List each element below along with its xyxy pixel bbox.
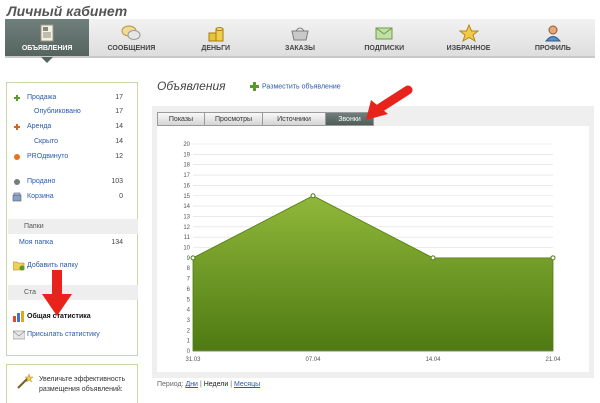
y-tick-label: 13: [183, 214, 190, 220]
tab-views[interactable]: Просмотры: [204, 112, 262, 126]
period-months-link[interactable]: Месяцы: [234, 381, 260, 388]
x-tick-label: 31.03: [185, 357, 201, 363]
star-icon: [458, 24, 479, 42]
folder-add-icon: [13, 261, 25, 271]
tab-label: ЗАКАЗЫ: [284, 45, 315, 52]
post-ad-label: Разместить объявление: [262, 83, 341, 91]
envelope-icon: [375, 27, 393, 40]
y-tick-label: 6: [187, 287, 191, 293]
plus-icon: [250, 82, 259, 91]
plus-icon: [14, 124, 20, 130]
tab-label: ПОДПИСКИ: [364, 45, 405, 52]
y-tick-label: 12: [183, 225, 190, 231]
sidebar-item-sale[interactable]: Продажа 17: [7, 92, 137, 105]
bar-chart-icon: [13, 311, 24, 322]
data-point: [550, 255, 556, 261]
sidebar-item-my-folder[interactable]: Моя папка 134: [7, 237, 137, 250]
y-tick-label: 1: [187, 339, 191, 345]
y-tick-label: 7: [187, 277, 191, 283]
tab-label: ОБЪЯВЛЕНИЯ: [21, 45, 73, 52]
tab-subscriptions[interactable]: ПОДПИСКИ: [342, 19, 426, 56]
period-separator: |: [230, 381, 233, 388]
page-title: Личный кабинет: [7, 3, 128, 19]
sidebar-item-rent[interactable]: Аренда 14: [7, 121, 137, 134]
period-separator: |: [199, 381, 202, 388]
y-tick-label: 10: [183, 246, 190, 252]
period-selector: Период: Дни | Недели | Месяцы: [157, 381, 260, 388]
coins-icon: [208, 27, 224, 42]
chart-plot: 0 1 2 3 4 5 6 7 8 9 10 11 12 13 14 15 16 17 18 19 20 31.03 07.…: [157, 126, 589, 372]
chart-area-series: [190, 193, 556, 352]
sidebar-item-hidden[interactable]: Скрыто 14: [7, 136, 137, 149]
trash-icon: [12, 192, 22, 202]
y-tick-label: 20: [183, 142, 190, 148]
data-point: [190, 255, 196, 261]
x-tick-label: 14.04: [425, 357, 441, 363]
pro-icon: [14, 154, 20, 160]
basket-icon: [291, 27, 309, 41]
y-tick-label: 0: [187, 349, 191, 355]
folders-header: Папки: [8, 219, 138, 234]
promo-text: Увеличьте эффективность размещения объяв…: [39, 376, 126, 393]
y-tick-label: 9: [187, 256, 191, 262]
y-tick-label: 11: [184, 235, 191, 241]
x-tick-label: 21.04: [545, 357, 561, 363]
page: Личный кабинет ОБЪЯВЛЕНИЯ СООБЩЕНИЯ ДЕНЬ…: [0, 0, 600, 403]
data-point: [310, 193, 316, 199]
sidebar-item-promoted[interactable]: PROдвинуто 12: [7, 151, 137, 164]
tab-impressions[interactable]: Показы: [157, 112, 204, 126]
tab-label: ПРОФИЛЬ: [534, 45, 571, 52]
tab-orders[interactable]: ЗАКАЗЫ: [258, 19, 342, 56]
y-tick-label: 16: [183, 183, 190, 189]
period-days-link[interactable]: Дни: [185, 381, 198, 388]
y-tick-label: 19: [183, 152, 190, 158]
area-chart: 0123456789101112131415161718192031.03 07.…: [183, 142, 561, 363]
y-tick-label: 14: [183, 204, 190, 210]
y-tick-label: 8: [187, 266, 191, 272]
chat-icon: [121, 25, 141, 40]
y-tick-label: 2: [187, 328, 191, 334]
y-tick-label: 18: [183, 163, 190, 169]
sidebar-item-published[interactable]: Опубликовано 17: [7, 106, 137, 119]
magic-wand-icon: [17, 373, 33, 389]
plus-icon: [14, 95, 20, 101]
tab-messages[interactable]: СООБЩЕНИЯ: [89, 19, 173, 56]
data-point: [430, 255, 436, 261]
red-arrow-icon: [366, 85, 413, 120]
mail-icon: [13, 330, 25, 340]
period-weeks-current: Недели: [203, 381, 229, 388]
sidebar-item-trash[interactable]: Корзина 0: [7, 191, 137, 204]
main-tabbar: ОБЪЯВЛЕНИЯ СООБЩЕНИЯ ДЕНЬГИ ЗАКАЗЫ ПОДПИ…: [5, 19, 595, 63]
tab-label: СООБЩЕНИЯ: [107, 45, 156, 52]
stat-tabs: Показы Просмотры Источники Звонки: [157, 112, 374, 126]
sidebar-item-sold[interactable]: Продано 103: [7, 176, 137, 189]
y-tick-label: 15: [183, 194, 190, 200]
period-label: Период:: [157, 381, 184, 388]
y-tick-label: 3: [187, 318, 191, 324]
promo-box: Увеличьте эффективность размещения объяв…: [6, 364, 138, 403]
sold-icon: [14, 179, 20, 185]
tab-profile[interactable]: ПРОФИЛЬ: [511, 19, 595, 56]
red-arrow-icon: [42, 270, 72, 316]
area-series: [192, 195, 554, 352]
tab-money[interactable]: ДЕНЬГИ: [174, 19, 258, 56]
tab-label: ИЗБРАННОЕ: [446, 45, 491, 52]
send-stats-link[interactable]: Присылать статистику: [7, 328, 137, 342]
user-icon: [544, 25, 561, 42]
tab-ads[interactable]: ОБЪЯВЛЕНИЯ: [5, 19, 90, 63]
y-tick-label: 5: [187, 297, 191, 303]
tab-label: ДЕНЬГИ: [201, 45, 231, 52]
ads-icon: [40, 24, 54, 42]
tab-favorites[interactable]: ИЗБРАННОЕ: [426, 19, 510, 56]
y-tick-label: 17: [183, 173, 190, 179]
y-tick-label: 4: [187, 308, 191, 314]
section-title: Объявления: [157, 79, 226, 93]
post-ad-link[interactable]: Разместить объявление: [250, 82, 341, 91]
tab-sources[interactable]: Источники: [262, 112, 325, 126]
x-tick-label: 07.04: [305, 357, 321, 363]
